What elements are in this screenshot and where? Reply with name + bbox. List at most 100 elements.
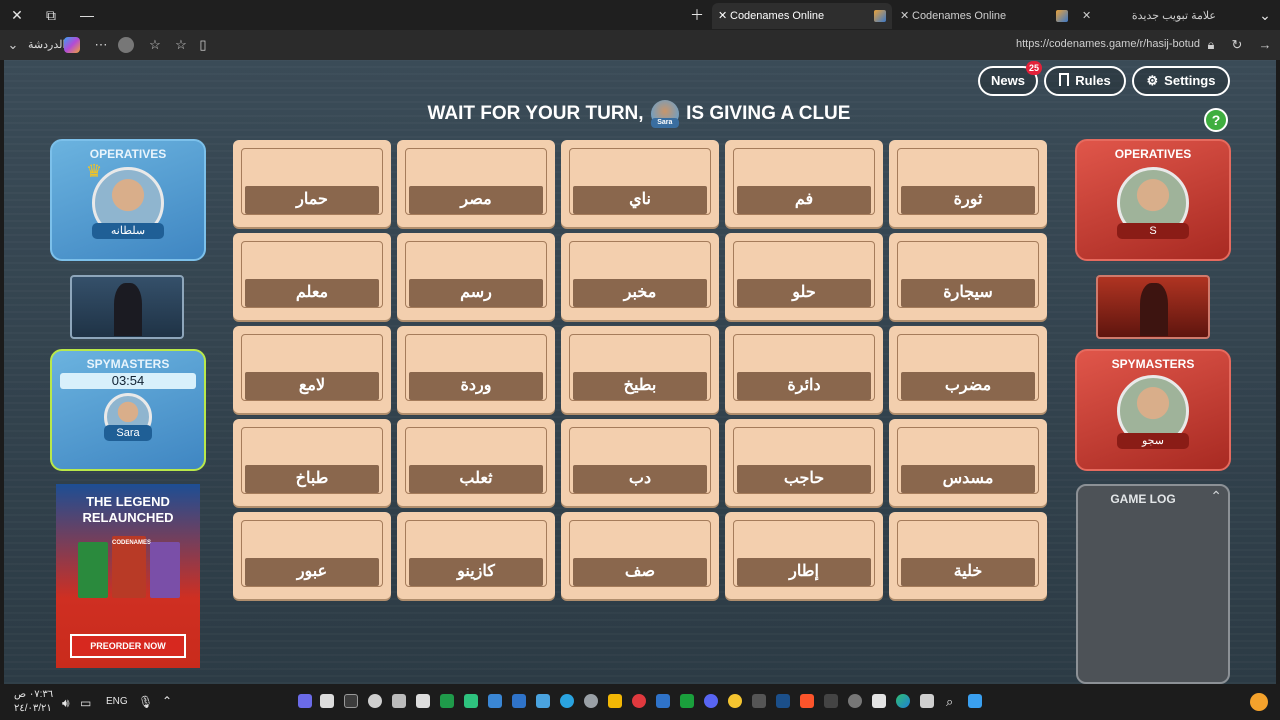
app-icon[interactable] xyxy=(344,694,358,708)
word-card[interactable]: لامع xyxy=(233,326,391,413)
word-card[interactable]: إطار xyxy=(725,512,883,599)
more-options-icon[interactable]: ⋯ xyxy=(92,36,110,54)
word-icon[interactable] xyxy=(512,694,526,708)
tray-overflow-chevron-icon[interactable]: ⌃ xyxy=(162,694,172,708)
word-card[interactable]: ثعلب xyxy=(397,419,555,506)
refresh-icon[interactable]: ↻ xyxy=(1228,36,1246,54)
word-card[interactable]: صف xyxy=(561,512,719,599)
chat-label[interactable]: الدردشة xyxy=(28,38,66,51)
word-card[interactable]: مسدس xyxy=(889,419,1047,506)
task-view-icon[interactable] xyxy=(920,694,934,708)
taskbar: ٠٧:٣٦ ص ٢٤/٠٣/٢١ 🔊︎ ▭ ENG 🎙︎ ⌃ ⌕ xyxy=(0,684,1280,720)
search-icon[interactable]: ⌕ xyxy=(946,694,953,710)
red-spymasters-panel: SPYMASTERS سجو xyxy=(1075,349,1231,471)
copilot-icon[interactable] xyxy=(64,37,80,53)
app-icon[interactable] xyxy=(464,694,478,708)
app-icon[interactable] xyxy=(392,694,406,708)
url-field[interactable]: https://codenames.game/r/hasij-botud xyxy=(1016,38,1200,50)
word-card[interactable]: دب xyxy=(561,419,719,506)
app-icon[interactable] xyxy=(848,694,862,708)
card-word: كازينو xyxy=(409,558,543,586)
close-window-icon[interactable]: ✕ xyxy=(6,4,28,26)
word-card[interactable]: حلو xyxy=(725,233,883,320)
file-icon[interactable] xyxy=(320,694,334,708)
brave-icon[interactable] xyxy=(800,694,814,708)
favorites-icon[interactable]: ☆ xyxy=(146,36,164,54)
reading-view-icon[interactable]: ▯ xyxy=(194,36,212,54)
promo-title: THE LEGEND RELAUNCHED xyxy=(56,494,200,526)
excel-icon[interactable] xyxy=(440,694,454,708)
profile-avatar-icon[interactable] xyxy=(118,37,134,53)
network-icon[interactable]: ▭ xyxy=(80,696,91,710)
app-icon[interactable] xyxy=(536,694,550,708)
word-card[interactable]: معلم xyxy=(233,233,391,320)
language-indicator[interactable]: ENG xyxy=(106,696,128,707)
discord-icon[interactable] xyxy=(704,694,718,708)
chevron-down-icon[interactable]: ⌄ xyxy=(4,36,22,54)
store-icon[interactable] xyxy=(872,694,886,708)
minimize-window-icon[interactable]: — xyxy=(76,4,98,26)
word-card[interactable]: دائرة xyxy=(725,326,883,413)
word-card[interactable]: خلية xyxy=(889,512,1047,599)
word-card[interactable]: ناي xyxy=(561,140,719,227)
tab-new[interactable]: ✕ علامة تبويب جديدة xyxy=(1076,3,1244,29)
word-card[interactable]: بطيخ xyxy=(561,326,719,413)
word-card[interactable]: مخبر xyxy=(561,233,719,320)
app-icon[interactable] xyxy=(608,694,622,708)
word-card[interactable]: سيجارة xyxy=(889,233,1047,320)
word-card[interactable]: كازينو xyxy=(397,512,555,599)
tab-list-chevron-icon[interactable]: ⌄ xyxy=(1254,4,1276,26)
word-card[interactable]: حمار xyxy=(233,140,391,227)
start-icon[interactable] xyxy=(968,694,982,708)
volume-icon[interactable]: 🔊︎ xyxy=(62,696,70,711)
app-icon[interactable] xyxy=(298,694,312,708)
clock-date[interactable]: ٢٤/٠٣/٢١ xyxy=(14,703,52,714)
app-icon[interactable] xyxy=(632,694,646,708)
word-card[interactable]: مصر xyxy=(397,140,555,227)
forward-icon[interactable]: → xyxy=(1256,36,1274,54)
close-tab-icon[interactable]: ✕ xyxy=(900,3,909,29)
restore-window-icon[interactable]: ⧉ xyxy=(40,4,62,26)
app-icon[interactable] xyxy=(752,694,766,708)
steam-icon[interactable] xyxy=(776,694,790,708)
word-card[interactable]: رسم xyxy=(397,233,555,320)
new-tab-icon[interactable]: ＋ xyxy=(686,4,708,26)
word-card[interactable]: حاجب xyxy=(725,419,883,506)
add-favorite-icon[interactable]: ☆ xyxy=(172,36,190,54)
blue-spymasters-title: SPYMASTERS xyxy=(86,357,170,371)
word-card[interactable]: ثورة xyxy=(889,140,1047,227)
app-icon[interactable] xyxy=(824,694,838,708)
clock-time[interactable]: ٠٧:٣٦ ص xyxy=(14,689,53,700)
rules-button[interactable]: Rules xyxy=(1044,66,1126,96)
microphone-icon[interactable]: 🎙︎ xyxy=(138,695,153,709)
lock-icon[interactable]: 🔒︎ xyxy=(1202,36,1220,54)
card-word: دائرة xyxy=(737,372,871,400)
app-icon[interactable] xyxy=(728,694,742,708)
notification-icon[interactable] xyxy=(1250,693,1268,711)
xbox-icon[interactable] xyxy=(680,694,694,708)
tab-codenames[interactable]: ✕ Codenames Online xyxy=(894,3,1074,29)
close-tab-icon[interactable]: ✕ xyxy=(718,3,727,29)
chevron-up-icon[interactable]: ⌃ xyxy=(1210,488,1222,505)
word-card[interactable]: مضرب xyxy=(889,326,1047,413)
app-icon[interactable] xyxy=(584,694,598,708)
word-card[interactable]: عبور xyxy=(233,512,391,599)
settings-button[interactable]: ⚙ Settings xyxy=(1132,66,1230,96)
word-card[interactable]: وردة xyxy=(397,326,555,413)
telegram-icon[interactable] xyxy=(560,694,574,708)
settings-app-icon[interactable] xyxy=(368,694,382,708)
tab-favicon-icon xyxy=(1056,10,1068,22)
app-icon[interactable] xyxy=(488,694,502,708)
close-tab-icon[interactable]: ✕ xyxy=(1082,3,1091,29)
help-button[interactable]: ? xyxy=(1204,108,1228,132)
word-card[interactable]: طباخ xyxy=(233,419,391,506)
tab-codenames-active[interactable]: ✕ Codenames Online xyxy=(712,3,892,29)
app-icon[interactable] xyxy=(656,694,670,708)
red-operatives-title: OPERATIVES xyxy=(1114,147,1192,161)
word-card[interactable]: فم xyxy=(725,140,883,227)
preorder-button[interactable]: PREORDER NOW xyxy=(70,634,186,658)
edge-icon[interactable] xyxy=(896,694,910,708)
app-icon[interactable] xyxy=(416,694,430,708)
news-button[interactable]: News 25 xyxy=(978,61,1042,96)
promo-banner[interactable]: THE LEGEND RELAUNCHED CODENAMES PREORDER… xyxy=(56,484,200,668)
